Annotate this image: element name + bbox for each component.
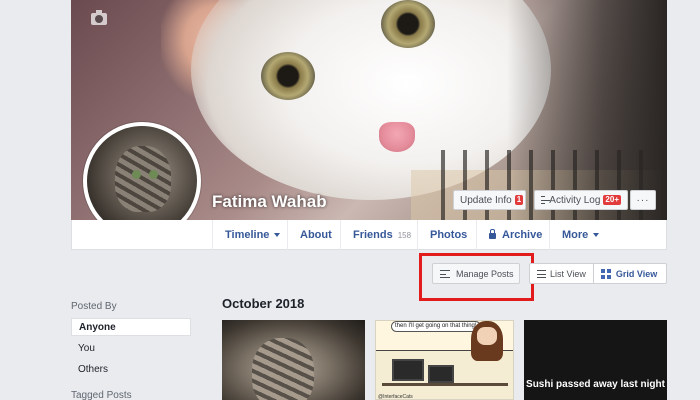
chevron-down-icon — [593, 233, 600, 237]
list-icon — [537, 269, 546, 278]
comic-character-face — [477, 327, 497, 345]
filter-anyone[interactable]: Anyone — [71, 318, 191, 336]
filter-you[interactable]: You — [71, 339, 191, 357]
tab-timeline-label: Timeline — [225, 229, 270, 241]
filter-others-label: Others — [78, 363, 109, 375]
tab-archive[interactable]: Archive — [476, 220, 554, 250]
annotation-highlight-box — [419, 253, 534, 301]
activity-log-button[interactable]: Activity Log 20+ — [534, 190, 628, 210]
lock-icon — [489, 229, 496, 239]
more-options-icon: ··· — [636, 194, 650, 206]
tab-timeline[interactable]: Timeline — [212, 220, 292, 250]
comic-desk — [382, 383, 508, 386]
update-info-badge: 1 — [514, 195, 524, 205]
tab-archive-label: Archive — [502, 229, 543, 241]
list-icon — [541, 196, 551, 204]
activity-log-badge: 20+ — [603, 195, 621, 205]
posted-by-heading: Posted By — [71, 301, 117, 312]
grid-icon — [600, 268, 611, 279]
tab-more[interactable]: More — [549, 220, 611, 250]
grid-view-button[interactable]: Grid View — [594, 264, 664, 283]
activity-log-label: Activity Log — [549, 194, 601, 206]
tab-about-label: About — [300, 229, 332, 241]
tab-friends-label: Friends — [353, 229, 393, 241]
tab-more-label: More — [562, 229, 589, 241]
grid-view-label: Grid View — [615, 268, 658, 279]
update-info-button[interactable]: Update Info 1 — [453, 190, 526, 210]
avatar-kitten-eye — [132, 170, 141, 179]
cover-cat-eye-left — [261, 52, 315, 100]
post-photo-kitten[interactable] — [222, 320, 365, 400]
month-heading: October 2018 — [222, 296, 305, 311]
filter-others[interactable]: Others — [71, 360, 191, 378]
update-info-label: Update Info — [460, 194, 512, 206]
cover-cat-nose — [379, 122, 415, 152]
tagged-posts-heading: Tagged Posts — [71, 390, 132, 400]
list-view-button[interactable]: List View — [530, 264, 594, 283]
cover-shadow — [507, 0, 667, 220]
camera-icon[interactable] — [91, 10, 107, 25]
comic-monitor — [392, 359, 424, 381]
comic-speech-bubble: then I'll get going on that thing! — [391, 321, 481, 332]
post-text-caption: Sushi passed away last night — [526, 379, 665, 390]
profile-name[interactable]: Fatima Wahab — [212, 192, 327, 212]
filter-anyone-label: Anyone — [79, 321, 116, 333]
more-options-button[interactable]: ··· — [630, 190, 656, 210]
post-text-card[interactable]: Sushi passed away last night — [524, 320, 667, 400]
comic-credit: @InterfaceCats — [378, 394, 413, 400]
avatar-kitten-eye — [149, 170, 158, 179]
tab-photos[interactable]: Photos — [417, 220, 479, 250]
profile-nav-bar: Timeline About Friends 158 Photos Archive… — [71, 220, 667, 250]
avatar-kitten — [115, 146, 171, 212]
cover-cat-eye-right — [381, 0, 435, 48]
view-toggle-group: List View Grid View — [529, 263, 667, 284]
tab-photos-label: Photos — [430, 229, 468, 241]
chevron-down-icon — [274, 233, 281, 237]
tab-about[interactable]: About — [287, 220, 344, 250]
tab-friends[interactable]: Friends 158 — [340, 220, 423, 250]
filter-you-label: You — [78, 342, 95, 354]
comic-laptop — [428, 365, 454, 383]
friends-count: 158 — [397, 230, 412, 240]
post-photo-comic[interactable]: then I'll get going on that thing! @Inte… — [375, 320, 514, 400]
list-view-label: List View — [550, 268, 586, 279]
kitten-image — [252, 338, 314, 400]
